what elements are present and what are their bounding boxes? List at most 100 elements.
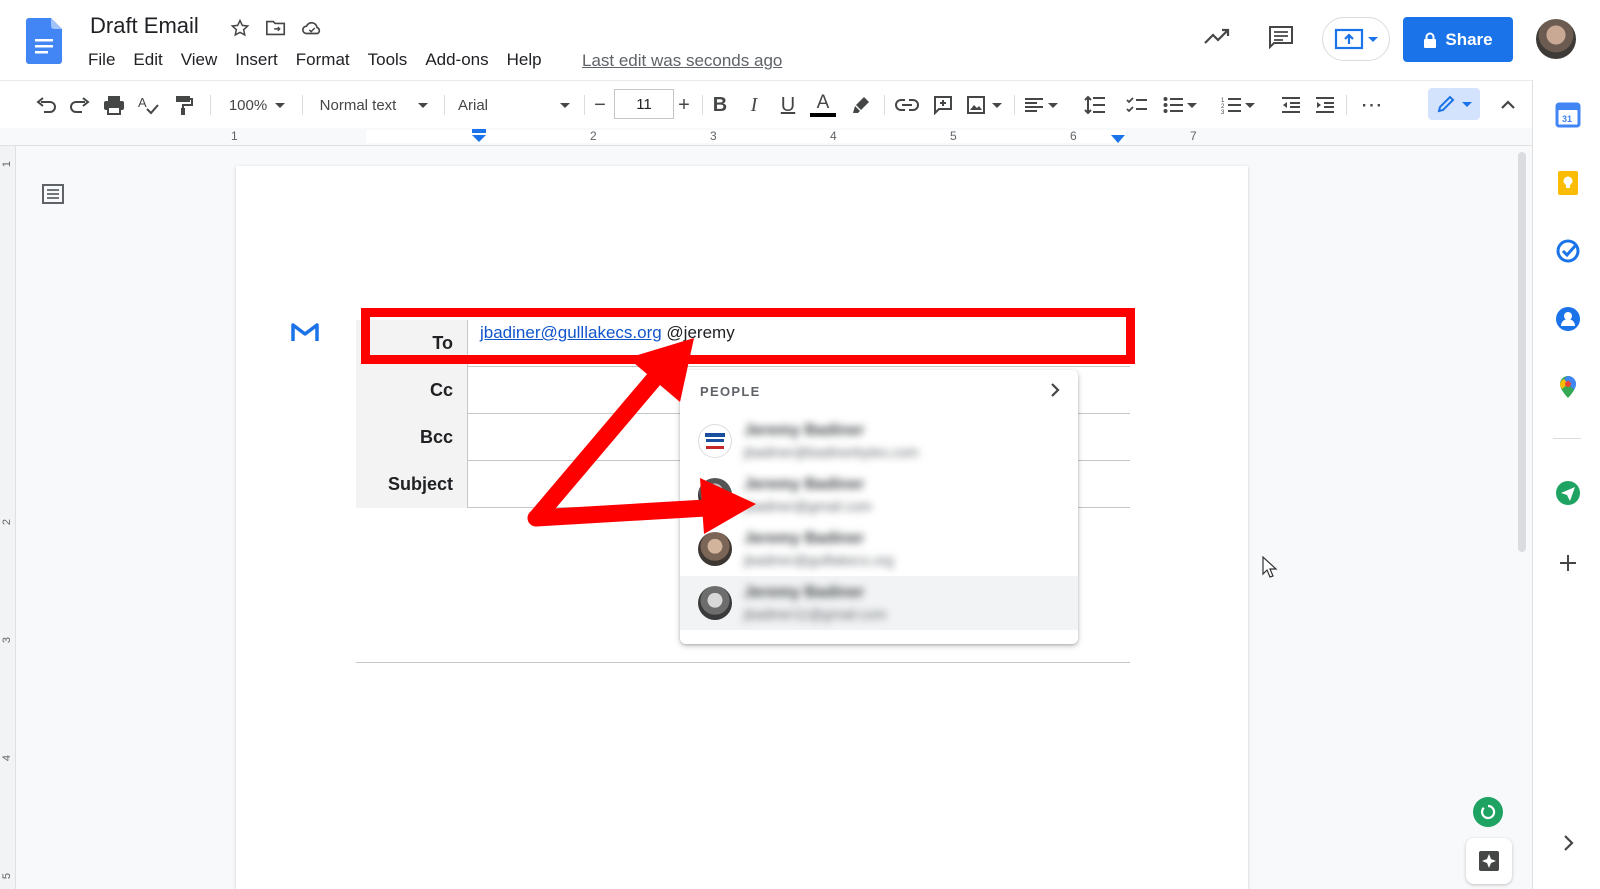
editing-mode-button[interactable] [1428, 88, 1480, 120]
decrease-font-size-icon[interactable]: − [590, 91, 610, 119]
numbered-list-icon[interactable]: 123 [1218, 91, 1258, 119]
account-avatar[interactable] [1536, 19, 1576, 59]
horizontal-ruler[interactable]: 1 2 3 4 5 6 7 [0, 128, 1532, 146]
align-icon[interactable] [1022, 91, 1060, 119]
indent-marker-icon[interactable] [470, 129, 488, 143]
hide-menus-chevron-up-icon[interactable] [1496, 91, 1520, 119]
calendar-icon[interactable]: 31 [1555, 102, 1581, 128]
chevron-down-icon [418, 102, 429, 108]
explore-button[interactable] [1466, 838, 1512, 884]
vertical-ruler[interactable]: 1 2 3 4 5 [0, 146, 16, 889]
more-options-icon[interactable]: ⋯ [1358, 91, 1386, 119]
font-value: Arial [458, 96, 489, 114]
explore-sparkle-icon [1479, 851, 1499, 871]
checklist-icon[interactable] [1124, 91, 1150, 119]
side-panel-chevron-right-icon[interactable] [1555, 830, 1581, 856]
zoom-select[interactable]: 100% [222, 91, 292, 119]
increase-font-size-icon[interactable]: + [674, 91, 694, 119]
insert-image-icon[interactable] [964, 91, 1004, 119]
present-caret-icon [1368, 36, 1378, 42]
text-color-icon[interactable]: A [808, 91, 838, 119]
line-spacing-icon[interactable] [1082, 91, 1108, 119]
people-heading: PEOPLE [700, 384, 761, 399]
font-size-input[interactable]: 11 [614, 89, 674, 119]
spellcheck-icon[interactable]: A [134, 91, 162, 119]
menu-file[interactable]: File [88, 50, 115, 70]
bulleted-list-icon[interactable] [1160, 91, 1200, 119]
undo-icon[interactable] [32, 91, 60, 119]
underline-icon[interactable]: U [776, 91, 800, 119]
avatar [698, 532, 732, 566]
gmail-icon[interactable] [290, 320, 320, 344]
tasks-icon[interactable] [1555, 238, 1581, 264]
ruler-number: 3 [710, 129, 717, 143]
menu-bar: File Edit View Insert Format Tools Add-o… [88, 50, 542, 70]
cloud-saved-icon[interactable] [300, 16, 324, 40]
grammarly-button[interactable] [1473, 797, 1503, 827]
menu-edit[interactable]: Edit [133, 50, 162, 70]
star-icon[interactable] [228, 16, 252, 40]
ruler-number: 4 [830, 129, 837, 143]
person-suggestion[interactable]: Jeremy Badiner jbadiner@gmail.com [680, 468, 1078, 522]
grammarly-icon [1481, 804, 1496, 820]
chevron-down-icon [275, 102, 286, 108]
addon-send-icon[interactable] [1555, 480, 1581, 506]
menu-view[interactable]: View [181, 50, 218, 70]
title-icons [228, 16, 324, 40]
activity-dashboard-icon[interactable] [1203, 26, 1231, 46]
present-button[interactable] [1322, 17, 1390, 61]
keep-icon[interactable] [1555, 170, 1581, 196]
paragraph-style-select[interactable]: Normal text [316, 91, 432, 119]
paint-format-icon[interactable] [170, 91, 198, 119]
zoom-value: 100% [228, 96, 268, 114]
person-suggestion[interactable]: Jeremy Badiner jbadiner@badinerbytes.com [680, 414, 1078, 468]
print-icon[interactable] [100, 91, 128, 119]
get-addons-plus-icon[interactable] [1555, 550, 1581, 576]
highlight-icon[interactable] [848, 91, 874, 119]
person-suggestion[interactable]: Jeremy Badiner jbadiner@gulllakecs.org [680, 522, 1078, 576]
chevron-right-icon[interactable] [1048, 382, 1062, 398]
present-icon [1334, 28, 1364, 50]
document-outline-icon[interactable] [42, 184, 64, 204]
svg-text:A: A [138, 95, 147, 110]
ruler-number: 4 [1, 754, 14, 762]
ruler-number: 1 [231, 129, 238, 143]
menu-tools[interactable]: Tools [368, 50, 408, 70]
mouse-cursor-icon [1262, 556, 1278, 578]
right-indent-marker-icon[interactable] [1110, 134, 1126, 144]
last-edit-link[interactable]: Last edit was seconds ago [582, 51, 782, 71]
people-suggestions-dropdown: PEOPLE Jeremy Badiner jbadiner@badinerby… [680, 370, 1078, 644]
docs-logo-icon[interactable] [26, 18, 62, 64]
bold-icon[interactable]: B [708, 91, 732, 119]
menu-add-ons[interactable]: Add-ons [425, 50, 488, 70]
italic-icon[interactable]: I [742, 91, 766, 119]
increase-indent-icon[interactable] [1312, 91, 1338, 119]
cc-label: Cc [356, 367, 468, 414]
person-suggestion[interactable]: Jeremy Badiner jbadiner11@gmail.com [680, 576, 1078, 630]
subject-label: Subject [356, 461, 468, 508]
redo-icon[interactable] [66, 91, 94, 119]
share-button[interactable]: Share [1403, 17, 1513, 62]
menu-help[interactable]: Help [507, 50, 542, 70]
person-email: jbadiner@gmail.com [744, 498, 872, 514]
document-title[interactable]: Draft Email [90, 13, 199, 39]
contacts-icon[interactable] [1555, 306, 1581, 332]
toolbar-divider [702, 95, 703, 115]
toolbar-divider [302, 95, 303, 115]
move-folder-icon[interactable] [264, 16, 288, 40]
maps-icon[interactable] [1555, 374, 1581, 400]
decrease-indent-icon[interactable] [1278, 91, 1304, 119]
person-email: jbadiner@badinerbytes.com [744, 444, 919, 460]
vertical-scrollbar[interactable] [1518, 152, 1526, 552]
add-comment-icon[interactable] [930, 91, 956, 119]
toolbar-divider [1014, 95, 1015, 115]
ruler-number: 3 [1, 636, 14, 644]
menu-format[interactable]: Format [296, 50, 350, 70]
toolbar-divider [1346, 95, 1347, 115]
app-header: Draft Email File Edit View Insert Format… [0, 0, 1600, 80]
ruler-number: 1 [1, 160, 14, 168]
comment-history-icon[interactable] [1268, 25, 1294, 49]
insert-link-icon[interactable] [894, 91, 920, 119]
font-select[interactable]: Arial [458, 91, 572, 119]
menu-insert[interactable]: Insert [235, 50, 278, 70]
